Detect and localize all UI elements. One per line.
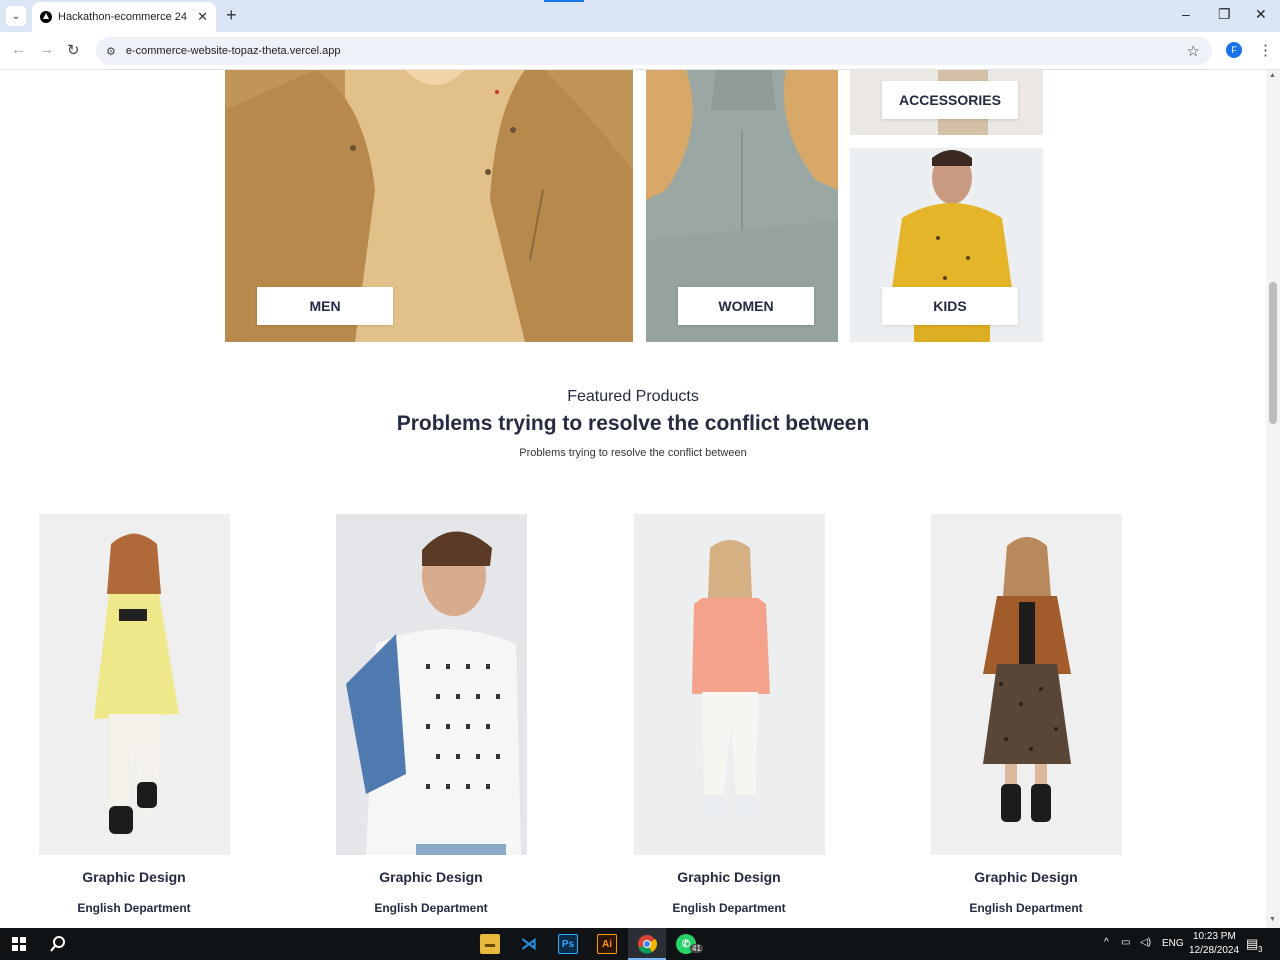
category-card-men[interactable]: MEN <box>225 70 633 342</box>
forward-arrow-icon[interactable]: → <box>39 41 54 58</box>
illustrator-icon[interactable]: Ai <box>597 934 617 954</box>
whatsapp-badge: 41 <box>690 944 703 953</box>
tab-title: Hackathon-ecommerce 24 <box>58 11 188 23</box>
close-tab-icon[interactable]: ✕ <box>197 9 208 25</box>
search-icon[interactable] <box>50 936 66 952</box>
featured-title: Problems trying to resolve the conflict … <box>396 412 870 435</box>
product-image-2[interactable] <box>336 514 527 855</box>
vercel-favicon-icon <box>40 11 52 23</box>
featured-description: Problems trying to resolve the conflict … <box>519 447 747 459</box>
tab-strip-accent <box>544 0 584 2</box>
category-card-women[interactable]: WOMEN <box>646 70 838 342</box>
category-button-men[interactable]: MEN <box>257 287 393 325</box>
scroll-thumb[interactable] <box>1269 282 1277 424</box>
menu-dots-icon[interactable]: ⋮ <box>1258 41 1273 59</box>
tab-search-button[interactable]: ⌄ <box>6 6 26 26</box>
profile-avatar[interactable]: F <box>1226 42 1242 58</box>
volume-icon[interactable]: ◁) <box>1140 937 1151 948</box>
chrome-taskbar-active[interactable] <box>628 928 666 960</box>
scroll-down-arrow-icon[interactable]: ▼ <box>1269 916 1276 923</box>
page-viewport: MEN WOMEN ACCESSORIES KIDS Featured Prod… <box>0 70 1266 928</box>
chevron-down-icon: ⌄ <box>11 10 21 22</box>
page-scrollbar[interactable]: ▲ ▼ <box>1266 70 1280 928</box>
scroll-up-arrow-icon[interactable]: ▲ <box>1269 72 1276 79</box>
product-department-3: English Department <box>672 901 786 915</box>
language-indicator[interactable]: ENG <box>1162 938 1184 949</box>
product-image-1[interactable] <box>39 514 230 855</box>
url-text[interactable]: e-commerce-website-topaz-theta.vercel.ap… <box>126 45 341 57</box>
back-arrow-icon[interactable]: ← <box>11 41 26 58</box>
tab-strip: ⌄ Hackathon-ecommerce 24 ✕ + – ❐ ✕ <box>0 0 1280 32</box>
product-department-4: English Department <box>969 901 1083 915</box>
bookmark-star-icon[interactable]: ☆ <box>1187 42 1200 60</box>
window-close-icon[interactable]: ✕ <box>1255 6 1267 23</box>
woman-pink-top-image <box>634 514 825 855</box>
reload-icon[interactable]: ↻ <box>67 41 80 59</box>
category-button-accessories[interactable]: ACCESSORIES <box>882 81 1018 119</box>
site-info-icon[interactable]: ⚙ <box>106 45 116 58</box>
category-button-kids[interactable]: KIDS <box>882 287 1018 325</box>
product-image-4[interactable] <box>931 514 1122 855</box>
product-title-2[interactable]: Graphic Design <box>321 869 541 885</box>
windows-taskbar: ▬ ⋊ Ps Ai ✆ 41 ^ ▭ ◁) ENG 10:23 PM 12/28… <box>0 928 1280 960</box>
woman-brown-jacket-image <box>931 514 1122 855</box>
man-printed-tshirt-image <box>336 514 527 855</box>
minimize-icon[interactable]: – <box>1182 6 1190 22</box>
product-image-3[interactable] <box>634 514 825 855</box>
product-title-1[interactable]: Graphic Design <box>24 869 244 885</box>
product-title-3[interactable]: Graphic Design <box>619 869 839 885</box>
network-icon[interactable]: ▭ <box>1121 937 1130 948</box>
notification-icon[interactable]: ▤ <box>1246 936 1258 952</box>
active-tab[interactable]: Hackathon-ecommerce 24 ✕ <box>32 2 216 32</box>
woman-yellow-cardigan-image <box>39 514 230 855</box>
category-card-accessories[interactable]: ACCESSORIES <box>850 70 1043 135</box>
product-department-1: English Department <box>77 901 191 915</box>
new-tab-plus-icon[interactable]: + <box>226 6 237 24</box>
address-bar[interactable]: ⚙ e-commerce-website-topaz-theta.vercel.… <box>96 37 1212 65</box>
clock-time[interactable]: 10:23 PM <box>1193 931 1236 942</box>
tray-chevron-up-icon[interactable]: ^ <box>1104 937 1109 948</box>
vscode-icon[interactable]: ⋊ <box>519 934 539 954</box>
file-explorer-icon[interactable]: ▬ <box>480 934 500 954</box>
restore-icon[interactable]: ❐ <box>1218 6 1231 23</box>
category-card-kids[interactable]: KIDS <box>850 148 1043 342</box>
photoshop-icon[interactable]: Ps <box>558 934 578 954</box>
clock-date[interactable]: 12/28/2024 <box>1189 945 1239 956</box>
product-department-2: English Department <box>374 901 488 915</box>
product-title-4[interactable]: Graphic Design <box>916 869 1136 885</box>
windows-start-icon[interactable] <box>12 937 26 951</box>
chrome-icon <box>638 935 657 954</box>
address-toolbar: ← → ↻ ⚙ e-commerce-website-topaz-theta.v… <box>0 32 1280 70</box>
notification-count: 3 <box>1258 945 1263 954</box>
featured-subtitle: Featured Products <box>567 388 699 405</box>
category-button-women[interactable]: WOMEN <box>678 287 814 325</box>
